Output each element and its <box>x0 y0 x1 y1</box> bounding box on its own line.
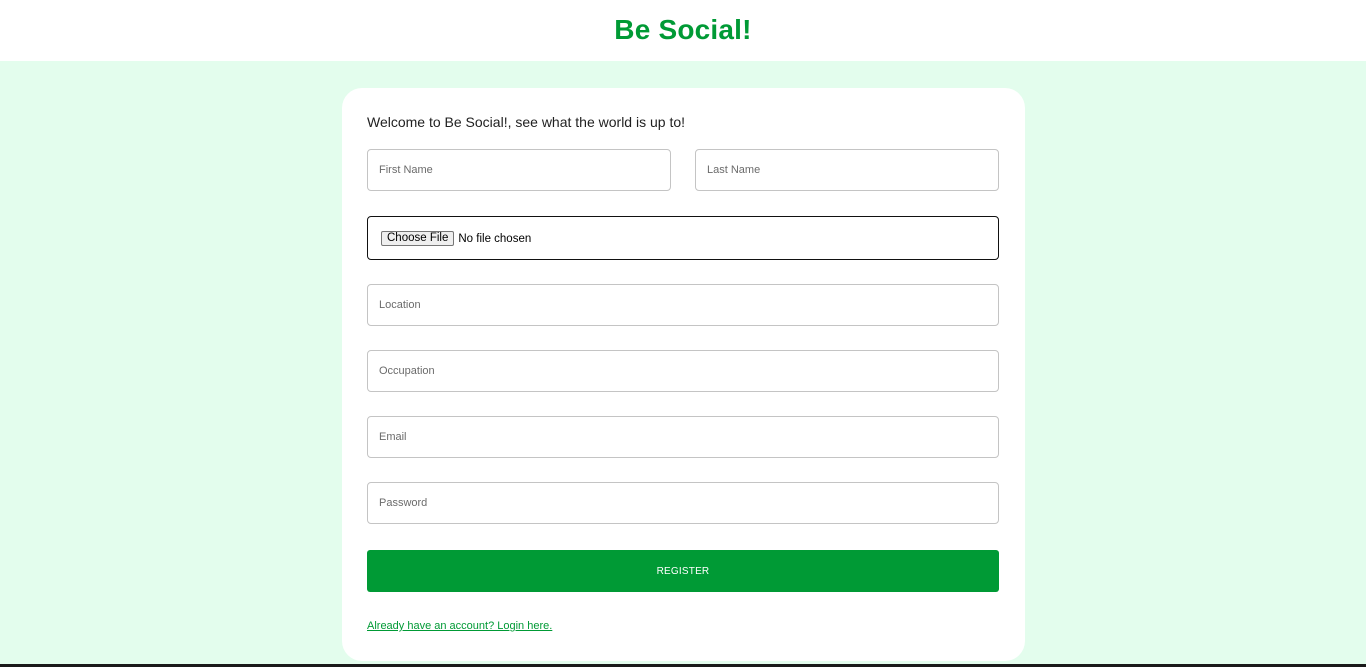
login-link[interactable]: Already have an account? Login here. <box>367 620 552 632</box>
first-name-input[interactable] <box>367 149 671 191</box>
email-input[interactable] <box>367 416 999 458</box>
occupation-input[interactable] <box>367 350 999 392</box>
top-bar: Be Social! <box>0 0 1366 61</box>
welcome-text: Welcome to Be Social!, see what the worl… <box>367 114 686 130</box>
file-status-text: No file chosen <box>458 232 532 245</box>
register-card: Welcome to Be Social!, see what the worl… <box>342 88 1025 661</box>
brand-title: Be Social! <box>614 13 752 45</box>
password-input[interactable] <box>367 482 999 524</box>
picture-upload-field[interactable]: Choose File No file chosen <box>367 216 999 260</box>
last-name-input[interactable] <box>695 149 999 191</box>
choose-file-button[interactable]: Choose File <box>381 230 455 246</box>
register-button[interactable]: REGISTER <box>367 550 999 592</box>
location-input[interactable] <box>367 284 999 326</box>
